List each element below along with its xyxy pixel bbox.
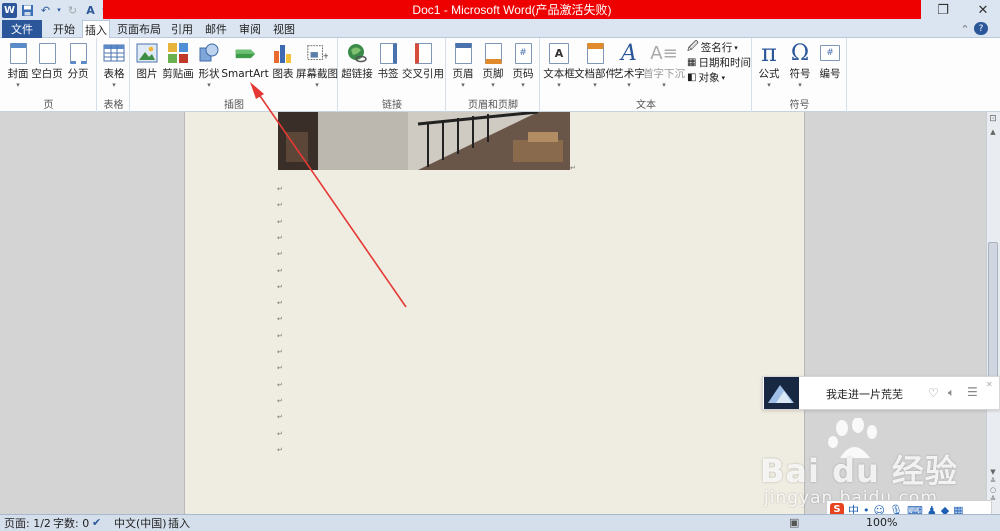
status-insert-mode[interactable]: 插入 [168,515,190,530]
watermark-brand: Bai du 经验 [760,452,958,490]
playlist-icon[interactable]: ☰ [967,385,978,399]
status-page[interactable]: 页面: 1/2 [4,515,51,530]
scrollbar-thumb[interactable] [988,242,998,382]
status-language[interactable]: 中文(中国) [114,515,167,530]
song-title: 我走进一片荒芜 [826,388,903,401]
scroll-up-icon[interactable]: ▲ [988,128,998,138]
proofing-icon[interactable]: ✔ [92,515,101,530]
print-layout-icon[interactable]: ▣ [789,515,799,530]
status-zoom[interactable]: 100% [866,515,897,530]
heart-icon[interactable]: ♡ [928,386,939,400]
close-icon[interactable]: ✕ [986,380,993,389]
album-cover[interactable] [764,377,799,409]
volume-icon[interactable]: 🔈︎ [948,386,955,400]
ruler-toggle-icon[interactable]: ⊡ [988,114,998,126]
status-word-count[interactable]: 字数: 0 [53,515,89,530]
